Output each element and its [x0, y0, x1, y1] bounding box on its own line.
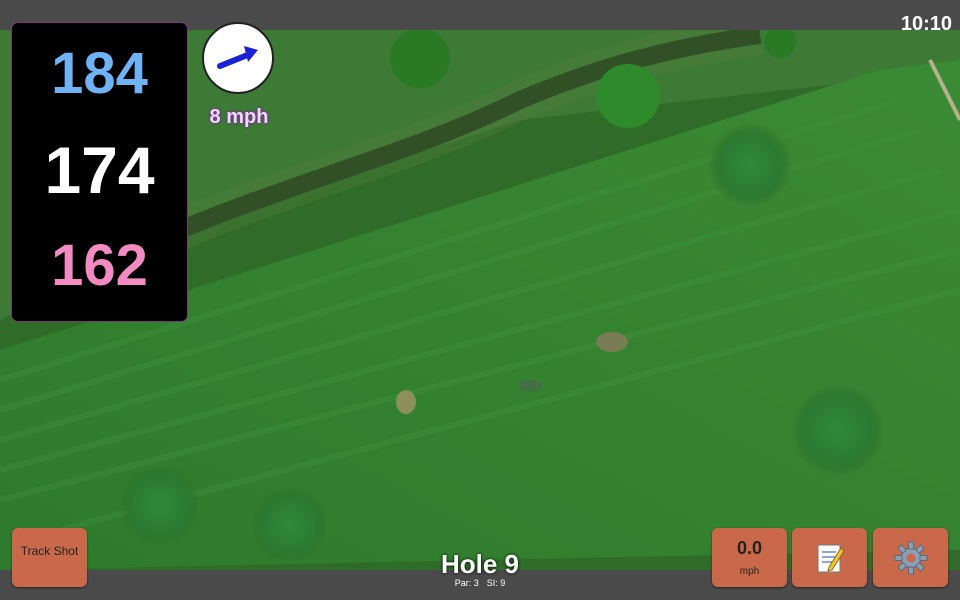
distance-middle: 174	[44, 133, 155, 207]
distance-front: 162	[51, 233, 148, 298]
settings-button[interactable]	[873, 528, 948, 587]
hole-si: SI: 9	[486, 578, 506, 588]
track-shot-button[interactable]: Track Shot	[12, 528, 87, 587]
speed-unit: mph	[739, 566, 760, 577]
hole-title: Hole 9	[440, 549, 520, 579]
wind-speed-label: 8 mph	[209, 106, 269, 128]
arrow-right-up-icon	[217, 46, 258, 69]
speed-value: 0.0	[736, 538, 763, 558]
speed-button[interactable]: 0.0 mph	[712, 528, 787, 587]
notes-button[interactable]	[792, 528, 867, 587]
hole-info: Par: 3 SI: 9	[380, 578, 580, 588]
distance-back: 184	[51, 41, 148, 106]
wind-indicator	[202, 22, 274, 94]
clock: 10:10	[900, 13, 952, 35]
distance-panel: 184 174 162	[11, 22, 188, 322]
gear-icon	[894, 541, 927, 574]
memo-icon	[817, 544, 845, 572]
hole-par: Par: 3	[454, 578, 479, 588]
